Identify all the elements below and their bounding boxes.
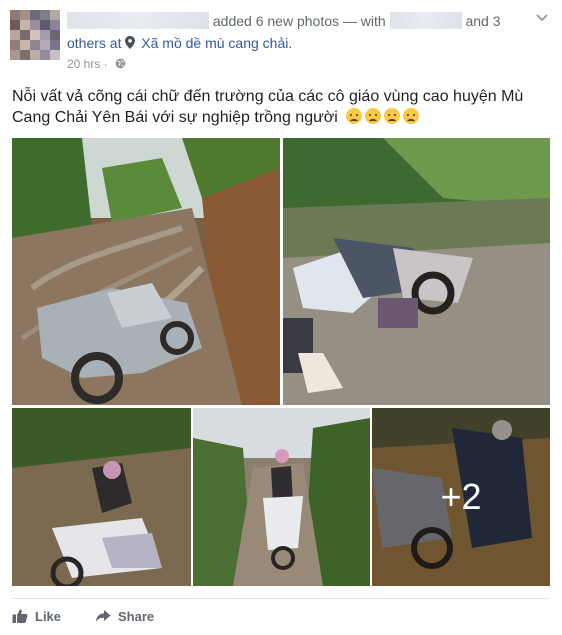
post-caption: Nỗi vất vả cõng cái chữ đến trường của c… (12, 86, 542, 128)
post-meta: 20 hrs · (67, 56, 126, 72)
post-action-text: added 6 new photos — with (212, 13, 386, 29)
timestamp[interactable]: 20 hrs · (67, 57, 108, 71)
post-photo-3[interactable] (12, 408, 191, 586)
post-header-location: others at Xã mồ dề mù cang chải. (67, 33, 292, 53)
globe-icon[interactable] (115, 58, 126, 69)
sad-face-emoji-icon (384, 108, 401, 124)
tagged-friend-redacted[interactable] (389, 12, 462, 29)
rider-on-ground-photo (12, 408, 191, 586)
actions-divider (12, 598, 550, 599)
author-name-redacted[interactable] (67, 12, 209, 29)
location-link[interactable]: Xã mồ dề mù cang chải. (141, 35, 292, 51)
share-label: Share (118, 608, 155, 624)
more-photos-overlay[interactable]: +2 (372, 408, 550, 586)
share-arrow-icon (95, 610, 111, 622)
post-header: added 6 new photos — with and 3 (67, 11, 537, 31)
caption-text: Nỗi vất vả cõng cái chữ đến trường của c… (12, 88, 524, 126)
rider-on-track-photo (193, 408, 370, 586)
sad-face-emoji-icon (403, 108, 420, 124)
thumbs-up-icon (12, 609, 28, 623)
others-link[interactable]: others at (67, 35, 121, 51)
chevron-down-icon[interactable] (536, 14, 548, 22)
avatar[interactable] (10, 10, 60, 60)
location-pin-icon (125, 36, 136, 49)
post-photo-4[interactable] (193, 408, 370, 586)
muddy-road-photo (12, 138, 280, 405)
sad-face-emoji-icon (365, 108, 382, 124)
post-actions-bar: Like Share (12, 602, 154, 630)
post-photo-2[interactable] (283, 138, 550, 405)
sad-face-emoji-icon (346, 108, 363, 124)
share-button[interactable]: Share (95, 608, 154, 624)
post-card: added 6 new photos — with and 3 others a… (0, 0, 562, 635)
like-button[interactable]: Like (12, 608, 61, 624)
post-photo-5[interactable]: +2 (372, 408, 550, 586)
like-label: Like (35, 608, 62, 624)
and-text: and 3 (465, 13, 501, 29)
fallen-rider-photo (283, 138, 550, 405)
post-photo-1[interactable] (12, 138, 280, 405)
